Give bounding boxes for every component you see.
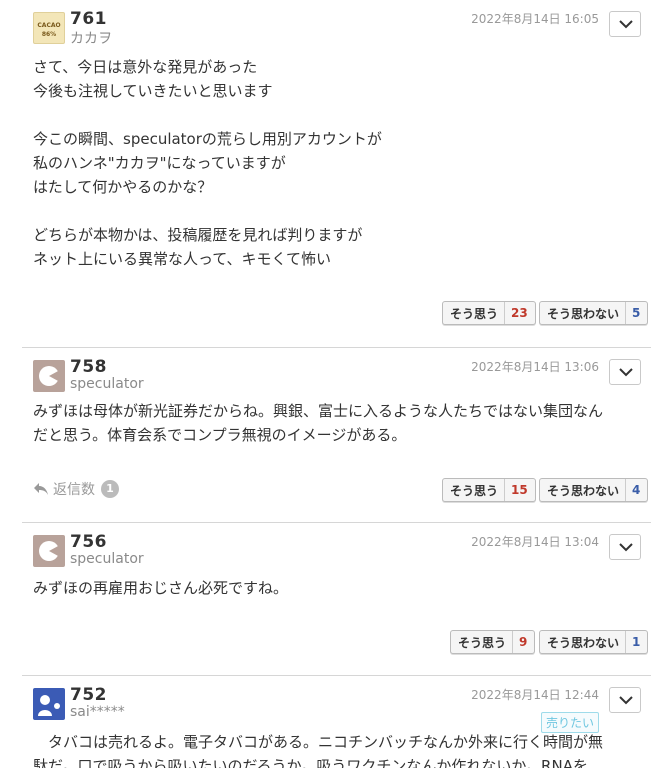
- username[interactable]: speculator: [70, 376, 144, 392]
- disagree-label: そう思わない: [540, 631, 627, 653]
- comment-date: 2022年8月14日 12:44: [471, 688, 599, 702]
- agree-label: そう思う: [443, 302, 506, 324]
- chevron-down-icon: [619, 20, 633, 29]
- comment-menu-button[interactable]: [609, 534, 641, 560]
- avatar[interactable]: [33, 360, 65, 392]
- comment-body: タバコは売れるよ。電子タバコがある。ニコチンバッチなんか外来に行く時間が無 駄だ…: [33, 733, 604, 768]
- disagree-button[interactable]: そう思わない 5: [539, 301, 649, 325]
- comment-body: みずほは母体が新光証券だからね。興銀、富士に入るような人たちではない集団なん だ…: [33, 402, 604, 444]
- default-avatar-icon: [38, 695, 60, 716]
- comment-752: 752 sai***** 2022年8月14日 12:44 売りたい タバコは売…: [22, 675, 651, 768]
- comment-menu-button[interactable]: [609, 687, 641, 713]
- avatar-logo: CACAO 86%: [37, 22, 61, 38]
- avatar[interactable]: CACAO 86%: [33, 12, 65, 44]
- disagree-count: 4: [632, 483, 641, 497]
- chevron-down-icon: [619, 696, 633, 705]
- default-avatar-icon: [39, 366, 60, 386]
- disagree-count: 5: [632, 306, 641, 320]
- agree-button[interactable]: そう思う 9: [450, 630, 536, 654]
- comment-761: CACAO 86% 761 カカヲ 2022年8月14日 16:05 さて、今日…: [22, 0, 651, 347]
- disagree-label: そう思わない: [540, 479, 627, 501]
- agree-button[interactable]: そう思う 23: [442, 301, 536, 325]
- avatar[interactable]: [33, 688, 65, 720]
- disagree-button[interactable]: そう思わない 1: [539, 630, 649, 654]
- avatar[interactable]: [33, 535, 65, 567]
- chevron-down-icon: [619, 543, 633, 552]
- replies-count: 1: [101, 480, 119, 498]
- replies-link[interactable]: 返信数 1: [33, 479, 119, 499]
- disagree-count: 1: [632, 635, 641, 649]
- disagree-label: そう思わない: [540, 302, 627, 324]
- default-avatar-icon: [39, 541, 60, 561]
- agree-label: そう思う: [451, 631, 514, 653]
- agree-count: 23: [511, 306, 528, 320]
- comment-number: 761: [70, 9, 107, 29]
- comment-756: 756 speculator 2022年8月14日 13:04 みずほの再雇用お…: [22, 522, 651, 675]
- comment-758: 758 speculator 2022年8月14日 13:06 みずほは母体が新…: [22, 347, 651, 522]
- agree-count: 9: [519, 635, 528, 649]
- username[interactable]: speculator: [70, 551, 144, 567]
- disagree-button[interactable]: そう思わない 4: [539, 478, 649, 502]
- comment-body: さて、今日は意外な発見があった 今後も注視していきたいと思います 今この瞬間、s…: [33, 58, 382, 268]
- comment-body: みずほの再雇用おじさん必死ですね。: [33, 579, 289, 597]
- comment-number: 752: [70, 685, 107, 705]
- username[interactable]: カカヲ: [70, 28, 112, 48]
- comment-number: 758: [70, 357, 107, 377]
- comment-menu-button[interactable]: [609, 359, 641, 385]
- agree-label: そう思う: [443, 479, 506, 501]
- comment-date: 2022年8月14日 13:06: [471, 360, 599, 374]
- username[interactable]: sai*****: [70, 704, 125, 720]
- chevron-down-icon: [619, 368, 633, 377]
- replies-label: 返信数: [53, 482, 95, 498]
- agree-count: 15: [511, 483, 528, 497]
- reply-icon: [34, 483, 48, 495]
- comment-date: 2022年8月14日 16:05: [471, 12, 599, 26]
- comment-menu-button[interactable]: [609, 11, 641, 37]
- comment-number: 756: [70, 532, 107, 552]
- agree-button[interactable]: そう思う 15: [442, 478, 536, 502]
- comment-date: 2022年8月14日 13:04: [471, 535, 599, 549]
